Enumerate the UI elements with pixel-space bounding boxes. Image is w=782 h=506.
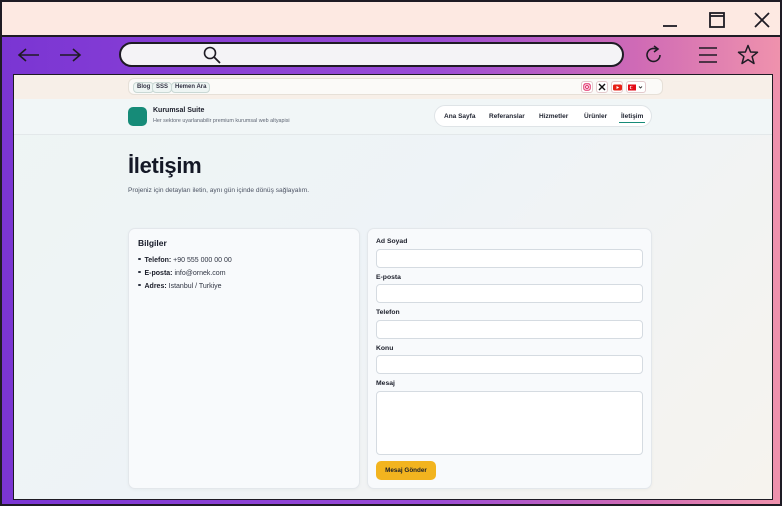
web-page: Blog SSS Hemen Ara Kurumsal Suite Her se…	[13, 74, 773, 500]
reload-icon[interactable]	[640, 42, 668, 68]
brand-tagline: Her sektore uyarlanabilir premium kurums…	[153, 118, 290, 124]
nav-home[interactable]: Ana Sayfa	[444, 113, 475, 120]
nav-products[interactable]: Ürünler	[584, 113, 607, 120]
site-topbar: Blog SSS Hemen Ara	[14, 75, 772, 99]
email-label: E-posta	[376, 274, 401, 281]
info-email: E-posta: info@ornek.com	[138, 270, 232, 283]
browser-toolbar	[0, 35, 782, 72]
email-field[interactable]	[376, 284, 643, 303]
contact-form: Ad Soyad E-posta Telefon Konu Mesaj Mesa…	[367, 228, 652, 489]
forward-icon[interactable]	[56, 42, 84, 68]
browser-titlebar	[0, 0, 782, 35]
info-phone: Telefon: +90 555 000 00 00	[138, 257, 232, 270]
instagram-icon[interactable]	[581, 81, 593, 93]
browser-content-frame: Blog SSS Hemen Ara Kurumsal Suite Her se…	[0, 72, 782, 506]
name-label: Ad Soyad	[376, 238, 408, 245]
info-email-value: info@ornek.com	[174, 270, 226, 277]
close-icon[interactable]	[749, 8, 775, 32]
language-flag-icon[interactable]	[626, 81, 646, 93]
nav-references[interactable]: Referanslar	[489, 113, 525, 120]
info-phone-label: Telefon:	[144, 257, 172, 264]
page-subtitle: Projeniz için detayları iletin, aynı gün…	[128, 187, 310, 194]
x-icon[interactable]	[596, 81, 608, 93]
topbar-link-faq[interactable]: SSS	[152, 82, 173, 93]
subject-label: Konu	[376, 345, 394, 352]
info-email-label: E-posta:	[144, 270, 173, 277]
address-bar[interactable]	[119, 42, 624, 67]
star-icon[interactable]	[734, 42, 762, 68]
youtube-icon[interactable]	[611, 81, 623, 93]
back-icon[interactable]	[15, 42, 43, 68]
info-list: Telefon: +90 555 000 00 00 E-posta: info…	[138, 257, 232, 296]
info-address-label: Adres:	[144, 283, 167, 290]
info-phone-value: +90 555 000 00 00	[173, 257, 232, 264]
message-field[interactable]	[376, 391, 643, 455]
send-message-button[interactable]: Mesaj Gönder	[376, 461, 436, 480]
menu-icon[interactable]	[694, 42, 722, 68]
phone-label: Telefon	[376, 309, 400, 316]
site-header: Kurumsal Suite Her sektore uyarlanabilir…	[14, 99, 772, 135]
info-heading: Bilgiler	[138, 238, 167, 248]
info-card: Bilgiler Telefon: +90 555 000 00 00 E-po…	[128, 228, 360, 489]
maximize-icon[interactable]	[704, 8, 730, 32]
nav-contact[interactable]: İletişim	[618, 113, 646, 123]
info-address-value: Istanbul / Turkiye	[168, 283, 222, 290]
page-title: İletişim	[128, 153, 202, 178]
search-icon	[203, 46, 221, 69]
minimize-icon[interactable]	[657, 8, 683, 32]
topbar-link-call[interactable]: Hemen Ara	[171, 82, 211, 93]
brand-logo[interactable]	[128, 107, 147, 126]
subject-field[interactable]	[376, 355, 643, 374]
nav-services[interactable]: Hizmetler	[539, 113, 568, 120]
brand-name[interactable]: Kurumsal Suite	[153, 107, 204, 114]
message-label: Mesaj	[376, 380, 395, 387]
name-field[interactable]	[376, 249, 643, 268]
site-topbar-inner: Blog SSS Hemen Ara	[128, 78, 663, 95]
main-nav: Ana Sayfa Referanslar Hizmetler Ürünler …	[434, 105, 652, 127]
address-input[interactable]	[231, 46, 611, 63]
info-address: Adres: Istanbul / Turkiye	[138, 283, 232, 296]
phone-field[interactable]	[376, 320, 643, 339]
